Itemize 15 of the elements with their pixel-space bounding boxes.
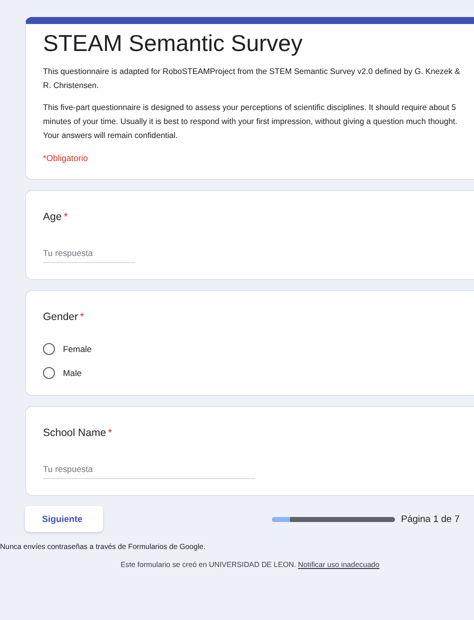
page-indicator: Página 1 de 7 [401, 514, 460, 524]
description: This five-part questionnaire is designed to assess your perceptions of scientific disciplines. It should require about 5 minutes of your time. Usually it is best to respond with your first impression, without giving a question much thought. Your answers will remain confidential. [43, 102, 458, 142]
answer-field[interactable]: Tu respuesta [43, 460, 255, 479]
option-label: Female [63, 344, 92, 354]
option-label: Male [63, 368, 82, 378]
radio-button[interactable] [43, 367, 55, 379]
question-label: School Name * [43, 426, 114, 439]
question-label: Gender * [43, 310, 86, 323]
next-button[interactable]: Siguiente [25, 506, 103, 532]
question-label: Age * [43, 210, 69, 223]
required-note: *Obligatorio [43, 153, 89, 163]
description: This questionnaire is adapted for RoboSTEAMProject from the STEM Semantic Survey v2.0 defined by G. Knezek & R. Christensen. [43, 66, 462, 92]
radio-button[interactable] [43, 343, 55, 355]
form-title: STEAM Semantic Survey [43, 30, 304, 57]
answer-field[interactable]: Tu respuesta [43, 244, 135, 263]
